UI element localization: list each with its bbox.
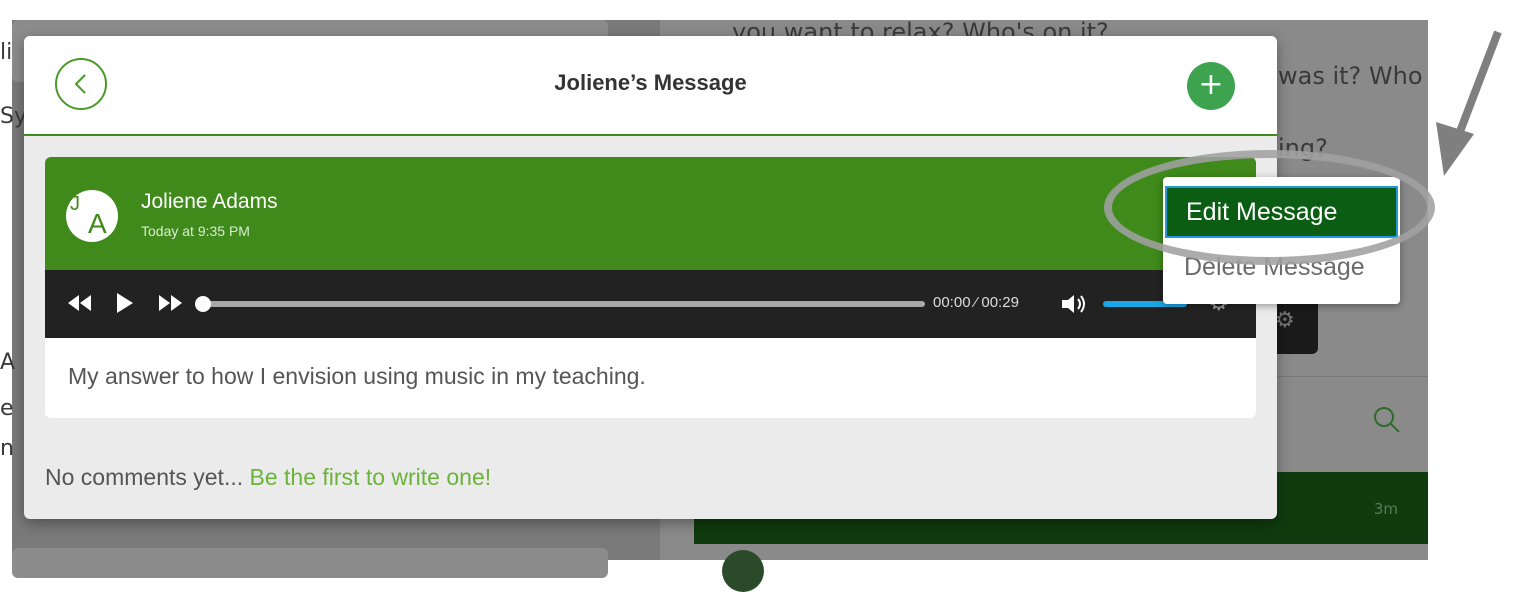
audio-player: 00:00 ⁄ 00:29 ⚙ <box>45 270 1256 338</box>
volume-icon[interactable] <box>1060 292 1090 316</box>
rewind-icon[interactable] <box>67 293 93 313</box>
page-title: Joliene’s Message <box>554 70 747 95</box>
comments-text: No comments yet... <box>45 464 244 490</box>
background-left-text: A <box>0 350 16 375</box>
author-name: Joliene Adams <box>141 190 278 213</box>
time-display: 00:00 ⁄ 00:29 <box>933 294 1019 311</box>
message-modal: Joliene’s Message + J A Joliene Adams To… <box>24 36 1277 519</box>
comments-placeholder: No comments yet... Be the first to write… <box>45 464 491 491</box>
write-comment-link[interactable]: Be the first to write one! <box>250 464 492 490</box>
background-left-text: n <box>0 436 14 461</box>
highlight-ring-annotation <box>1104 150 1435 265</box>
background-left-text: Sy <box>0 104 27 129</box>
background-message-row <box>694 544 1428 560</box>
message-timestamp: Today at 9:35 PM <box>141 223 250 239</box>
message-card: J A Joliene Adams Today at 9:35 PM 00:00… <box>45 157 1256 418</box>
avatar-initial-last: A <box>88 208 107 239</box>
avatar-initial-first: J <box>70 193 80 215</box>
avatar: J A <box>66 190 118 242</box>
modal-header: Joliene’s Message + <box>24 36 1277 136</box>
background-input-block <box>12 548 608 578</box>
background-question-text: was it? Who <box>1278 62 1423 90</box>
message-header: J A Joliene Adams Today at 9:35 PM <box>45 157 1256 270</box>
progress-track[interactable] <box>203 301 925 307</box>
background-left-text: li <box>0 40 13 65</box>
fast-forward-icon[interactable] <box>157 293 183 313</box>
background-row-time: 3m <box>1373 500 1398 518</box>
progress-handle[interactable] <box>195 296 211 312</box>
message-caption: My answer to how I envision using music … <box>68 363 646 389</box>
background-left-text: e <box>0 396 14 421</box>
search-icon <box>1374 407 1400 433</box>
play-icon[interactable] <box>115 291 135 315</box>
arrow-annotation-icon <box>1436 30 1502 176</box>
avatar <box>722 550 764 592</box>
gear-icon: ⚙ <box>1275 308 1295 333</box>
add-button[interactable]: + <box>1187 62 1235 110</box>
